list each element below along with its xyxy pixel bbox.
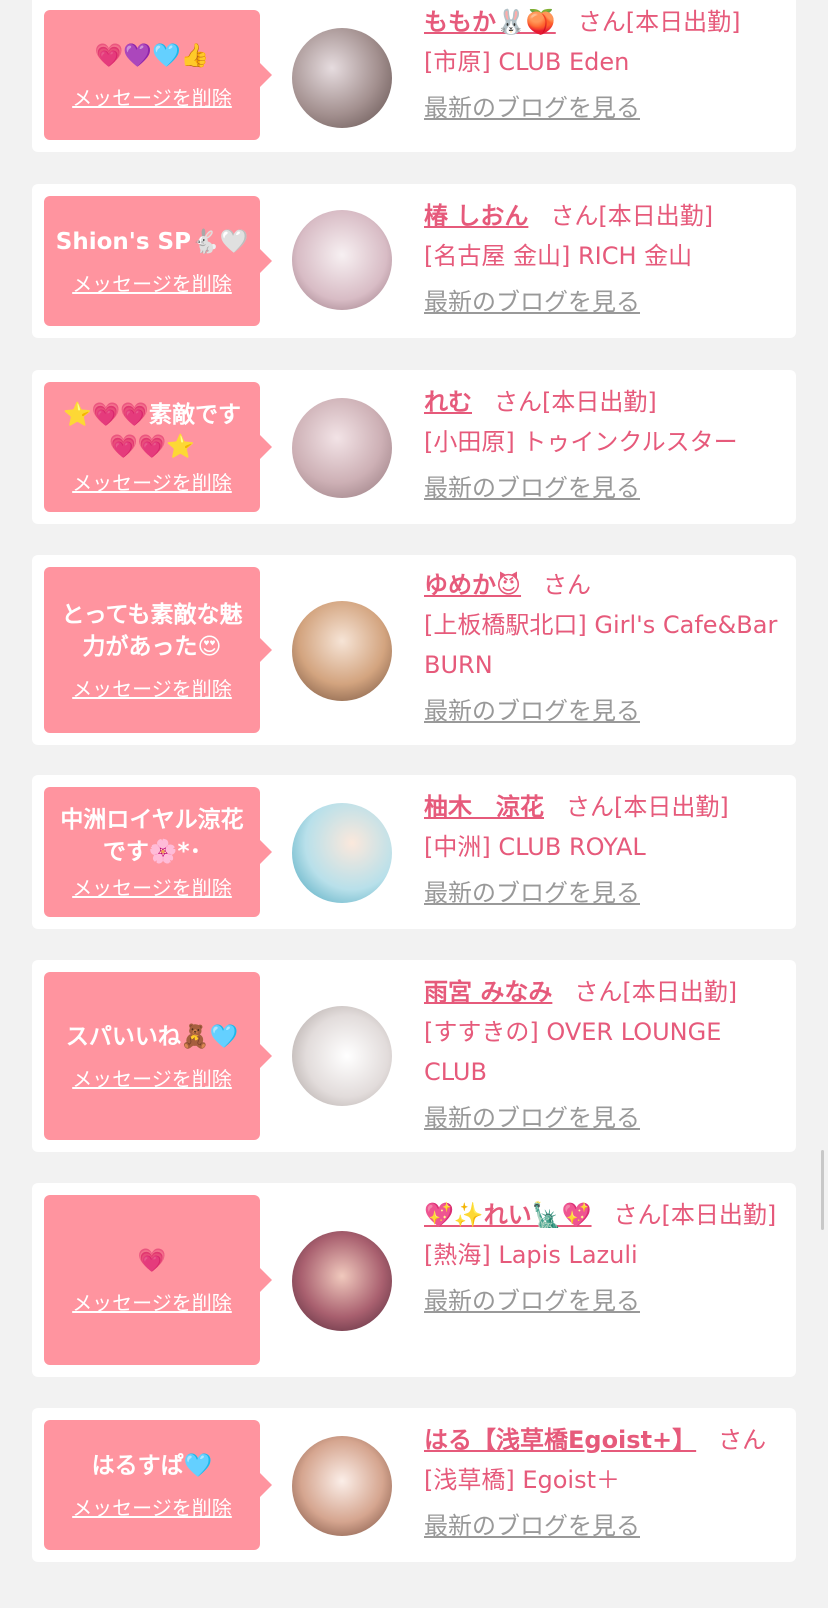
delete-message-link[interactable]: メッセージを削除	[72, 673, 232, 702]
avatar[interactable]	[292, 803, 392, 903]
favorite-card: Shion's SP🐇🤍 メッセージを削除 椿 しおん さん[本日出勤] [名古屋…	[32, 184, 796, 338]
latest-blog-link[interactable]: 最新のブログを見る	[424, 873, 640, 913]
shop-name: [名古屋 金山] RICH 金山	[424, 242, 693, 270]
status-badge: [本日出勤]	[598, 202, 714, 230]
message-text: 💗💜🩵👍	[94, 42, 210, 69]
profile-name-link[interactable]: ももか🐰🍑	[424, 8, 556, 36]
latest-blog-link[interactable]: 最新のブログを見る	[424, 1098, 640, 1138]
profile-info: 💖✨れい🗽💖 さん[本日出勤] [熱海] Lapis Lazuli 最新のブログを…	[424, 1195, 782, 1321]
favorite-card: とっても素敵な魅力があった😍 メッセージを削除 ゆめか😈 さん [上板橋駅北口] …	[32, 555, 796, 745]
latest-blog-link[interactable]: 最新のブログを見る	[424, 282, 640, 322]
favorite-card: 💗💜🩵👍 メッセージを削除 ももか🐰🍑 さん[本日出勤] [市原] CLUB Ed…	[32, 0, 796, 152]
profile-name-link[interactable]: はる【浅草橋Egoist+】	[424, 1426, 696, 1454]
honorific: さん	[577, 8, 626, 36]
avatar[interactable]	[292, 398, 392, 498]
status-badge: [本日出勤]	[614, 793, 729, 821]
shop-name: [中洲] CLUB ROYAL	[424, 833, 646, 861]
name-line: ゆめか😈 さん	[424, 565, 782, 605]
profile-name-link[interactable]: ゆめか😈	[424, 571, 521, 599]
profile-info: はる【浅草橋Egoist+】 さん [浅草橋] Egoist＋ 最新のブログを見る	[424, 1420, 782, 1546]
favorite-card: ⭐💗💗素敵です💗💗⭐ メッセージを削除 れむ さん[本日出勤] [小田原] トゥイ…	[32, 370, 796, 524]
honorific: さん	[566, 793, 614, 821]
message-bubble: ⭐💗💗素敵です💗💗⭐ メッセージを削除	[44, 382, 260, 512]
profile-name-link[interactable]: れむ	[424, 388, 472, 416]
favorite-card: 中洲ロイヤル涼花です🌸*･ メッセージを削除 柚木 涼花 さん[本日出勤] [中洲…	[32, 775, 796, 929]
name-line: はる【浅草橋Egoist+】 さん	[424, 1420, 782, 1460]
delete-message-link[interactable]: メッセージを削除	[72, 872, 232, 901]
avatar[interactable]	[292, 1231, 392, 1331]
profile-name-link[interactable]: 椿 しおん	[424, 202, 528, 230]
avatar[interactable]	[292, 1436, 392, 1536]
avatar[interactable]	[292, 601, 392, 701]
latest-blog-link[interactable]: 最新のブログを見る	[424, 468, 640, 508]
shop-name: [市原] CLUB Eden	[424, 48, 630, 76]
honorific: さん	[574, 978, 623, 1006]
delete-message-link[interactable]: メッセージを削除	[72, 1287, 232, 1316]
name-line: 柚木 涼花 さん[本日出勤]	[424, 787, 782, 827]
avatar[interactable]	[292, 210, 392, 310]
latest-blog-link[interactable]: 最新のブログを見る	[424, 691, 640, 731]
name-line: ももか🐰🍑 さん[本日出勤]	[424, 2, 782, 42]
profile-name-link[interactable]: 雨宮 みなみ	[424, 978, 552, 1006]
status-badge: [本日出勤]	[542, 388, 657, 416]
profile-name-link[interactable]: 💖✨れい🗽💖	[424, 1201, 592, 1229]
profile-name-link[interactable]: 柚木 涼花	[424, 793, 544, 821]
status-badge: [本日出勤]	[625, 8, 741, 36]
message-text: ⭐💗💗素敵です💗💗⭐	[63, 401, 241, 460]
avatar[interactable]	[292, 1006, 392, 1106]
profile-info: 椿 しおん さん[本日出勤] [名古屋 金山] RICH 金山 最新のブログを見る	[424, 196, 782, 322]
profile-info: ももか🐰🍑 さん[本日出勤] [市原] CLUB Eden 最新のブログを見る	[424, 2, 782, 128]
shop-name: [すすきの] OVER LOUNGE CLUB	[424, 1018, 722, 1086]
name-line: 椿 しおん さん[本日出勤]	[424, 196, 782, 236]
favorite-card: はるすぱ🩵 メッセージを削除 はる【浅草橋Egoist+】 さん [浅草橋] Eg…	[32, 1408, 796, 1562]
delete-message-link[interactable]: メッセージを削除	[72, 1492, 232, 1521]
favorite-card: 💗 メッセージを削除 💖✨れい🗽💖 さん[本日出勤] [熱海] Lapis Laz…	[32, 1183, 796, 1377]
favorite-card: スパいいね🧸🩵 メッセージを削除 雨宮 みなみ さん[本日出勤] [すすきの] O…	[32, 960, 796, 1152]
avatar[interactable]	[292, 28, 392, 128]
status-badge: [本日出勤]	[661, 1201, 777, 1229]
message-text: はるすぱ🩵	[91, 1452, 213, 1479]
name-line: 💖✨れい🗽💖 さん[本日出勤]	[424, 1195, 782, 1235]
message-text: 💗	[137, 1247, 167, 1274]
honorific: さん	[494, 388, 542, 416]
message-bubble: Shion's SP🐇🤍 メッセージを削除	[44, 196, 260, 326]
message-text: 中洲ロイヤル涼花です🌸*･	[60, 806, 244, 865]
message-bubble: 中洲ロイヤル涼花です🌸*･ メッセージを削除	[44, 787, 260, 917]
shop-name: [熱海] Lapis Lazuli	[424, 1241, 638, 1269]
scrollbar[interactable]	[821, 1150, 824, 1230]
latest-blog-link[interactable]: 最新のブログを見る	[424, 88, 640, 128]
shop-name: [上板橋駅北口] Girl's Cafe&Bar BURN	[424, 611, 778, 679]
favorites-page: 💗💜🩵👍 メッセージを削除 ももか🐰🍑 さん[本日出勤] [市原] CLUB Ed…	[0, 0, 828, 1608]
message-text: スパいいね🧸🩵	[65, 1023, 239, 1050]
shop-name: [小田原] トゥインクルスター	[424, 428, 738, 456]
status-badge: [本日出勤]	[622, 978, 738, 1006]
honorific: さん	[550, 202, 599, 230]
profile-info: 雨宮 みなみ さん[本日出勤] [すすきの] OVER LOUNGE CLUB 最…	[424, 972, 782, 1138]
message-bubble: スパいいね🧸🩵 メッセージを削除	[44, 972, 260, 1140]
latest-blog-link[interactable]: 最新のブログを見る	[424, 1281, 640, 1321]
message-text: Shion's SP🐇🤍	[55, 228, 249, 255]
name-line: 雨宮 みなみ さん[本日出勤]	[424, 972, 782, 1012]
honorific: さん	[613, 1201, 662, 1229]
message-bubble: とっても素敵な魅力があった😍 メッセージを削除	[44, 567, 260, 733]
shop-name: [浅草橋] Egoist＋	[424, 1466, 621, 1494]
profile-info: れむ さん[本日出勤] [小田原] トゥインクルスター 最新のブログを見る	[424, 382, 782, 508]
message-bubble: 💗 メッセージを削除	[44, 1195, 260, 1365]
delete-message-link[interactable]: メッセージを削除	[72, 1063, 232, 1092]
name-line: れむ さん[本日出勤]	[424, 382, 782, 422]
delete-message-link[interactable]: メッセージを削除	[72, 82, 232, 111]
profile-info: ゆめか😈 さん [上板橋駅北口] Girl's Cafe&Bar BURN 最新の…	[424, 565, 782, 731]
latest-blog-link[interactable]: 最新のブログを見る	[424, 1506, 640, 1546]
delete-message-link[interactable]: メッセージを削除	[72, 467, 232, 496]
honorific: さん	[543, 571, 592, 599]
message-bubble: はるすぱ🩵 メッセージを削除	[44, 1420, 260, 1550]
profile-info: 柚木 涼花 さん[本日出勤] [中洲] CLUB ROYAL 最新のブログを見る	[424, 787, 782, 913]
delete-message-link[interactable]: メッセージを削除	[72, 268, 232, 297]
honorific: さん	[718, 1426, 767, 1454]
message-text: とっても素敵な魅力があった😍	[61, 601, 243, 660]
message-bubble: 💗💜🩵👍 メッセージを削除	[44, 10, 260, 140]
